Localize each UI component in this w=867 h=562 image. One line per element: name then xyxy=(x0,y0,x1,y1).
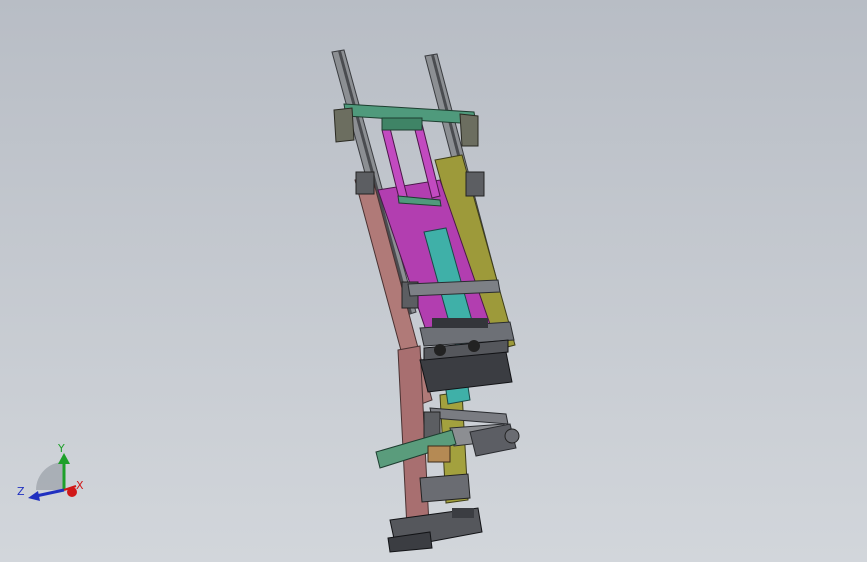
z-axis-label: Z xyxy=(17,485,25,498)
x-axis-label: X xyxy=(76,479,84,492)
graphics-viewport[interactable]: Y Z X xyxy=(0,0,867,562)
bottom-clamp[interactable] xyxy=(387,473,483,553)
z-axis-line xyxy=(35,488,65,498)
y-axis-label: Y xyxy=(58,442,65,455)
lower-motor-housing[interactable] xyxy=(419,339,513,393)
coordinate-triad: Y Z X xyxy=(14,440,94,510)
z-axis-arrow xyxy=(28,491,40,501)
coordinate-triad-icon xyxy=(28,453,77,501)
cad-assembly-model[interactable] xyxy=(0,0,867,562)
